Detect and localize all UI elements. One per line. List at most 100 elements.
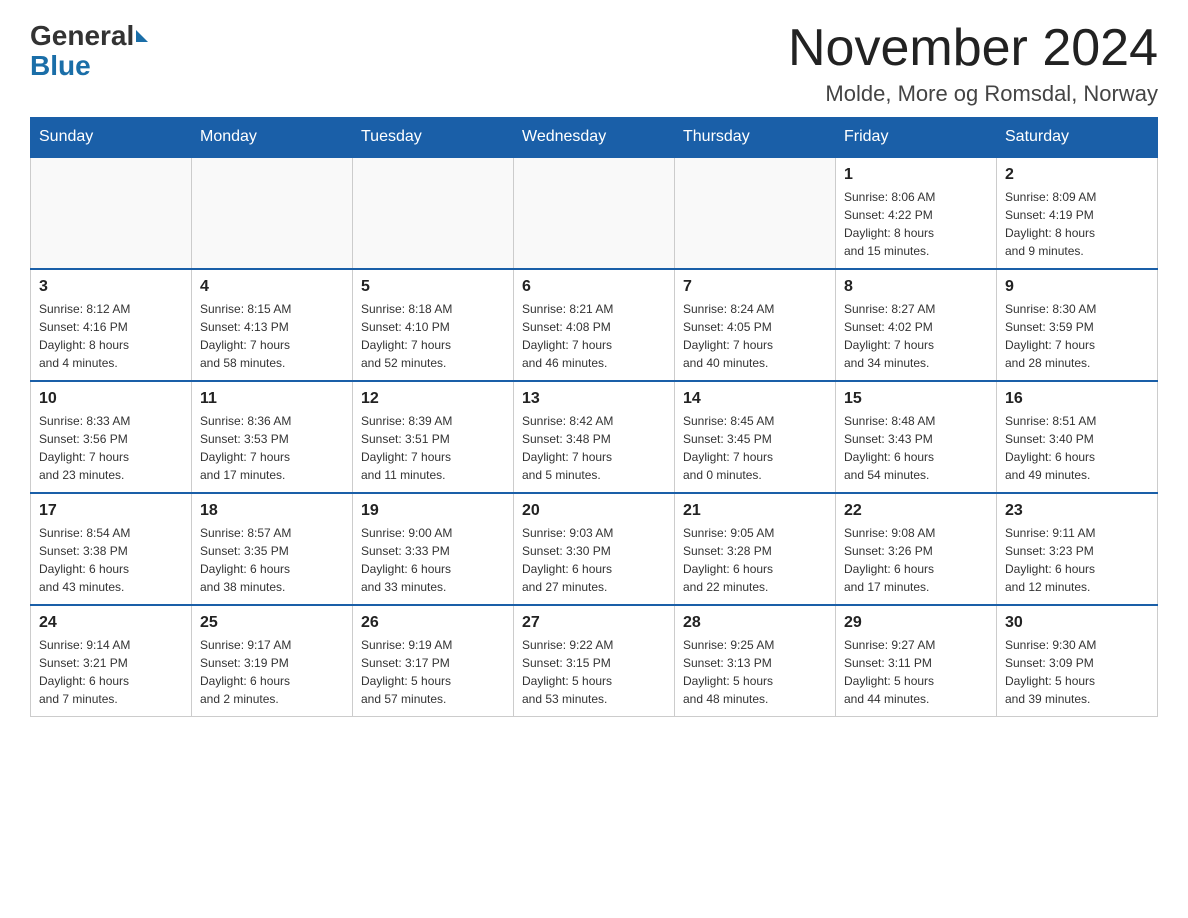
day-info: Sunrise: 8:36 AM Sunset: 3:53 PM Dayligh… — [200, 412, 344, 484]
day-info: Sunrise: 8:39 AM Sunset: 3:51 PM Dayligh… — [361, 412, 505, 484]
header-tuesday: Tuesday — [353, 118, 514, 158]
day-number: 22 — [844, 502, 988, 520]
day-info: Sunrise: 8:27 AM Sunset: 4:02 PM Dayligh… — [844, 300, 988, 372]
header-sunday: Sunday — [31, 118, 192, 158]
calendar-cell: 21 Sunrise: 9:05 AM Sunset: 3:28 PM Dayli… — [675, 493, 836, 605]
day-number: 12 — [361, 390, 505, 408]
day-info: Sunrise: 9:22 AM Sunset: 3:15 PM Dayligh… — [522, 636, 666, 708]
day-info: Sunrise: 8:45 AM Sunset: 3:45 PM Dayligh… — [683, 412, 827, 484]
day-info: Sunrise: 8:33 AM Sunset: 3:56 PM Dayligh… — [39, 412, 183, 484]
day-number: 2 — [1005, 166, 1149, 184]
calendar-cell: 29Sunrise: 9:27 AM Sunset: 3:11 PM Dayli… — [836, 605, 997, 717]
header-monday: Monday — [192, 118, 353, 158]
logo-blue-part — [134, 30, 148, 42]
day-info: Sunrise: 9:11 AM Sunset: 3:23 PM Dayligh… — [1005, 524, 1149, 596]
day-info: Sunrise: 9:25 AM Sunset: 3:13 PM Dayligh… — [683, 636, 827, 708]
day-number: 30 — [1005, 614, 1149, 632]
day-number: 23 — [1005, 502, 1149, 520]
calendar-cell: 28 Sunrise: 9:25 AM Sunset: 3:13 PM Dayli… — [675, 605, 836, 717]
day-number: 26 — [361, 614, 505, 632]
calendar-cell: 14Sunrise: 8:45 AM Sunset: 3:45 PM Dayli… — [675, 381, 836, 493]
logo-blue-text: Blue — [30, 50, 91, 82]
day-number: 25 — [200, 614, 344, 632]
calendar-table: Sunday Monday Tuesday Wednesday Thursday… — [30, 117, 1158, 717]
calendar-week-row: 3 Sunrise: 8:12 AM Sunset: 4:16 PM Daylig… — [31, 269, 1158, 381]
logo-general-text: General — [30, 20, 134, 52]
header-thursday: Thursday — [675, 118, 836, 158]
day-info: Sunrise: 9:30 AM Sunset: 3:09 PM Dayligh… — [1005, 636, 1149, 708]
page-header: General Blue November 2024 Molde, More o… — [30, 20, 1158, 107]
day-number: 1 — [844, 166, 988, 184]
day-info: Sunrise: 8:54 AM Sunset: 3:38 PM Dayligh… — [39, 524, 183, 596]
day-number: 4 — [200, 278, 344, 296]
day-number: 16 — [1005, 390, 1149, 408]
calendar-cell: 10 Sunrise: 8:33 AM Sunset: 3:56 PM Dayli… — [31, 381, 192, 493]
day-number: 11 — [200, 390, 344, 408]
title-section: November 2024 Molde, More og Romsdal, No… — [788, 20, 1158, 107]
day-number: 10 — [39, 390, 183, 408]
calendar-cell: 11 Sunrise: 8:36 AM Sunset: 3:53 PM Dayli… — [192, 381, 353, 493]
day-number: 6 — [522, 278, 666, 296]
header-saturday: Saturday — [997, 118, 1158, 158]
month-title: November 2024 — [788, 20, 1158, 77]
calendar-cell: 18 Sunrise: 8:57 AM Sunset: 3:35 PM Dayli… — [192, 493, 353, 605]
calendar-week-row: 24 Sunrise: 9:14 AM Sunset: 3:21 PM Dayli… — [31, 605, 1158, 717]
calendar-cell: 30 Sunrise: 9:30 AM Sunset: 3:09 PM Dayli… — [997, 605, 1158, 717]
day-number: 19 — [361, 502, 505, 520]
calendar-cell: 6Sunrise: 8:21 AM Sunset: 4:08 PM Daylig… — [514, 269, 675, 381]
day-number: 13 — [522, 390, 666, 408]
calendar-cell: 13 Sunrise: 8:42 AM Sunset: 3:48 PM Dayli… — [514, 381, 675, 493]
day-number: 27 — [522, 614, 666, 632]
day-number: 5 — [361, 278, 505, 296]
day-number: 29 — [844, 614, 988, 632]
calendar-cell: 12 Sunrise: 8:39 AM Sunset: 3:51 PM Dayli… — [353, 381, 514, 493]
day-number: 8 — [844, 278, 988, 296]
calendar-cell: 5Sunrise: 8:18 AM Sunset: 4:10 PM Daylig… — [353, 269, 514, 381]
day-info: Sunrise: 8:06 AM Sunset: 4:22 PM Dayligh… — [844, 188, 988, 260]
day-number: 17 — [39, 502, 183, 520]
day-info: Sunrise: 9:08 AM Sunset: 3:26 PM Dayligh… — [844, 524, 988, 596]
calendar-cell — [353, 157, 514, 269]
calendar-cell — [675, 157, 836, 269]
calendar-week-row: 17 Sunrise: 8:54 AM Sunset: 3:38 PM Dayli… — [31, 493, 1158, 605]
calendar-cell: 4 Sunrise: 8:15 AM Sunset: 4:13 PM Daylig… — [192, 269, 353, 381]
calendar-cell: 16Sunrise: 8:51 AM Sunset: 3:40 PM Dayli… — [997, 381, 1158, 493]
day-number: 18 — [200, 502, 344, 520]
calendar-cell — [192, 157, 353, 269]
calendar-cell: 24 Sunrise: 9:14 AM Sunset: 3:21 PM Dayli… — [31, 605, 192, 717]
day-info: Sunrise: 9:05 AM Sunset: 3:28 PM Dayligh… — [683, 524, 827, 596]
calendar-cell: 8 Sunrise: 8:27 AM Sunset: 4:02 PM Daylig… — [836, 269, 997, 381]
day-info: Sunrise: 8:48 AM Sunset: 3:43 PM Dayligh… — [844, 412, 988, 484]
day-info: Sunrise: 9:19 AM Sunset: 3:17 PM Dayligh… — [361, 636, 505, 708]
calendar-cell — [514, 157, 675, 269]
day-info: Sunrise: 9:00 AM Sunset: 3:33 PM Dayligh… — [361, 524, 505, 596]
day-info: Sunrise: 8:57 AM Sunset: 3:35 PM Dayligh… — [200, 524, 344, 596]
calendar-header-row: Sunday Monday Tuesday Wednesday Thursday… — [31, 118, 1158, 158]
header-friday: Friday — [836, 118, 997, 158]
calendar-cell: 22 Sunrise: 9:08 AM Sunset: 3:26 PM Dayli… — [836, 493, 997, 605]
day-number: 3 — [39, 278, 183, 296]
day-info: Sunrise: 8:15 AM Sunset: 4:13 PM Dayligh… — [200, 300, 344, 372]
calendar-cell: 9 Sunrise: 8:30 AM Sunset: 3:59 PM Daylig… — [997, 269, 1158, 381]
day-info: Sunrise: 8:42 AM Sunset: 3:48 PM Dayligh… — [522, 412, 666, 484]
calendar-cell: 25Sunrise: 9:17 AM Sunset: 3:19 PM Dayli… — [192, 605, 353, 717]
header-wednesday: Wednesday — [514, 118, 675, 158]
day-number: 15 — [844, 390, 988, 408]
calendar-cell: 17 Sunrise: 8:54 AM Sunset: 3:38 PM Dayli… — [31, 493, 192, 605]
day-number: 21 — [683, 502, 827, 520]
day-info: Sunrise: 8:30 AM Sunset: 3:59 PM Dayligh… — [1005, 300, 1149, 372]
day-info: Sunrise: 9:14 AM Sunset: 3:21 PM Dayligh… — [39, 636, 183, 708]
calendar-cell: 27 Sunrise: 9:22 AM Sunset: 3:15 PM Dayli… — [514, 605, 675, 717]
day-number: 24 — [39, 614, 183, 632]
logo: General Blue — [30, 20, 148, 82]
day-number: 28 — [683, 614, 827, 632]
day-info: Sunrise: 8:12 AM Sunset: 4:16 PM Dayligh… — [39, 300, 183, 372]
day-number: 20 — [522, 502, 666, 520]
day-info: Sunrise: 9:03 AM Sunset: 3:30 PM Dayligh… — [522, 524, 666, 596]
calendar-cell — [31, 157, 192, 269]
calendar-week-row: 10 Sunrise: 8:33 AM Sunset: 3:56 PM Dayli… — [31, 381, 1158, 493]
calendar-cell: 20 Sunrise: 9:03 AM Sunset: 3:30 PM Dayli… — [514, 493, 675, 605]
calendar-cell: 23 Sunrise: 9:11 AM Sunset: 3:23 PM Dayli… — [997, 493, 1158, 605]
day-number: 9 — [1005, 278, 1149, 296]
location-title: Molde, More og Romsdal, Norway — [788, 81, 1158, 107]
